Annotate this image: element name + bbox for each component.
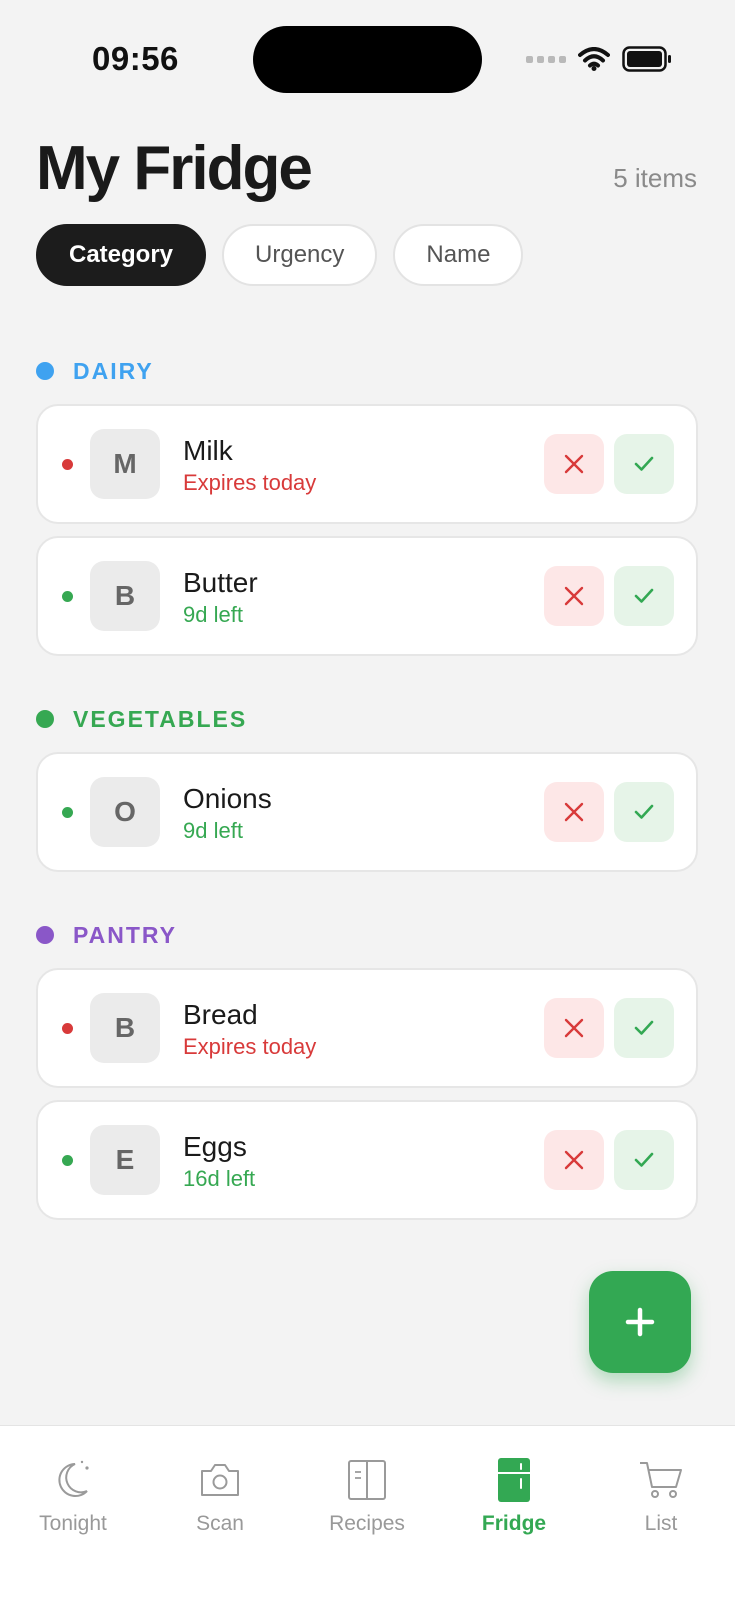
urgency-dot — [62, 458, 73, 470]
check-icon — [634, 1152, 654, 1167]
tab-fridge[interactable]: Fridge — [454, 1456, 574, 1536]
camera-icon — [201, 1464, 239, 1496]
consume-button[interactable] — [614, 434, 674, 494]
plus-icon — [625, 1307, 655, 1337]
list-item[interactable]: B Bread Expires today — [36, 968, 698, 1088]
tab-label: Fridge — [481, 1512, 547, 1535]
consume-button[interactable] — [614, 566, 674, 626]
item-name: Bread — [183, 999, 258, 1030]
list-item[interactable]: O Onions 9d left — [36, 752, 698, 872]
battery-icon — [622, 46, 671, 72]
category-dot — [36, 362, 54, 380]
check-icon — [634, 588, 654, 603]
close-icon — [564, 802, 584, 822]
item-avatar: E — [90, 1125, 160, 1195]
category-dot — [36, 710, 54, 728]
item-status: Expires today — [183, 1034, 317, 1059]
item-count: 5 items — [613, 163, 697, 193]
item-status: 16d left — [183, 1166, 256, 1191]
fridge-icon — [498, 1458, 530, 1502]
signal-icon — [526, 55, 566, 63]
item-name: Onions — [183, 783, 272, 814]
dynamic-island — [253, 26, 482, 93]
book-icon — [348, 1460, 386, 1500]
tab-label: List — [644, 1512, 678, 1535]
section-header: DAIRY — [36, 354, 698, 388]
urgency-dot — [62, 806, 73, 818]
urgency-dot — [62, 1022, 73, 1034]
item-name: Eggs — [183, 1131, 247, 1162]
filter-name[interactable]: Name — [393, 224, 524, 286]
wifi-icon — [578, 47, 610, 71]
tab-tonight[interactable]: Tonight — [13, 1456, 133, 1536]
sort-filter-group: Category Urgency Name — [36, 224, 524, 286]
filter-category[interactable]: Category — [36, 224, 207, 286]
discard-button[interactable] — [544, 782, 604, 842]
close-icon — [564, 1018, 584, 1038]
section-header: VEGETABLES — [36, 702, 698, 736]
tab-recipes[interactable]: Recipes — [307, 1456, 427, 1536]
section-dairy: DAIRY M Milk Expires today B Butter 9d l… — [36, 354, 698, 668]
discard-button[interactable] — [544, 566, 604, 626]
item-avatar: B — [90, 993, 160, 1063]
list-item[interactable]: B Butter 9d left — [36, 536, 698, 656]
moon-icon — [58, 1460, 89, 1497]
section-label: DAIRY — [73, 357, 154, 384]
urgency-dot — [62, 590, 73, 602]
tab-bar: Tonight Scan Recipes Fridge List — [0, 1425, 735, 1600]
list-item[interactable]: E Eggs 16d left — [36, 1100, 698, 1220]
status-indicators — [526, 44, 672, 74]
item-avatar: O — [90, 777, 160, 847]
urgency-dot — [62, 1154, 73, 1166]
discard-button[interactable] — [544, 998, 604, 1058]
close-icon — [564, 1150, 584, 1170]
item-avatar: M — [90, 429, 160, 499]
consume-button[interactable] — [614, 1130, 674, 1190]
page-title: My Fridge — [36, 134, 313, 203]
item-avatar: B — [90, 561, 160, 631]
item-name: Butter — [183, 567, 258, 598]
section-header: PANTRY — [36, 918, 698, 952]
check-icon — [634, 456, 654, 471]
category-dot — [36, 926, 54, 944]
item-status: Expires today — [183, 470, 317, 495]
status-time: 09:56 — [92, 40, 179, 77]
consume-button[interactable] — [614, 782, 674, 842]
tab-list[interactable]: List — [601, 1456, 721, 1536]
tab-label: Tonight — [39, 1512, 107, 1535]
cart-icon — [640, 1462, 682, 1498]
tab-label: Scan — [196, 1512, 244, 1535]
close-icon — [564, 586, 584, 606]
item-status: 9d left — [183, 818, 243, 843]
item-status: 9d left — [183, 602, 243, 627]
add-item-button[interactable] — [589, 1271, 691, 1373]
consume-button[interactable] — [614, 998, 674, 1058]
check-icon — [634, 1020, 654, 1035]
filter-urgency[interactable]: Urgency — [222, 224, 378, 286]
section-pantry: PANTRY B Bread Expires today E Eggs 16d … — [36, 918, 698, 1232]
close-icon — [564, 454, 584, 474]
section-label: VEGETABLES — [73, 705, 248, 732]
section-label: PANTRY — [73, 921, 177, 948]
tab-scan[interactable]: Scan — [160, 1456, 280, 1536]
item-name: Milk — [183, 435, 233, 466]
section-vegetables: VEGETABLES O Onions 9d left — [36, 702, 698, 884]
discard-button[interactable] — [544, 1130, 604, 1190]
tab-label: Recipes — [329, 1512, 405, 1535]
check-icon — [634, 804, 654, 819]
list-item[interactable]: M Milk Expires today — [36, 404, 698, 524]
discard-button[interactable] — [544, 434, 604, 494]
